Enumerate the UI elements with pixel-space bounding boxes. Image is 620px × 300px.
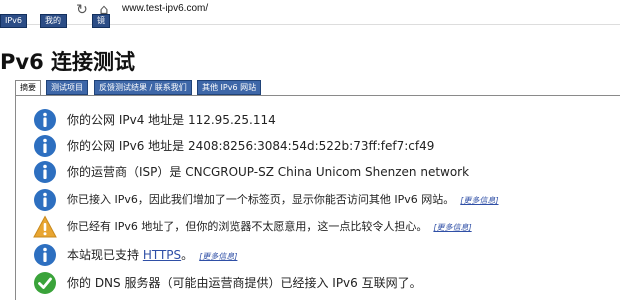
page-title: Pv6 连接测试: [0, 50, 136, 74]
tab-tests[interactable]: 测试项目: [46, 80, 88, 95]
tab-feedback[interactable]: 反馈测试结果 / 联系我们: [94, 80, 192, 95]
result-text: 你已接入 IPv6，因此我们增加了一个标签页，显示你能否访问其他 IPv6 网站…: [67, 193, 499, 206]
result-text: 你已经有 IPv6 地址了，但你的浏览器不太愿意用，这一点比较令人担心。 [更多信…: [67, 220, 472, 233]
info-icon: [34, 135, 56, 157]
warning-icon: [33, 215, 57, 238]
browser-tab-3[interactable]: 镜像: [92, 14, 110, 37]
result-text: 你的公网 IPv6 地址是 2408:8256:3084:54d:522b:73…: [67, 139, 435, 153]
browser-tab-2[interactable]: 我的IPv6: [40, 14, 68, 37]
tab-other-ipv6-sites[interactable]: 其他 IPv6 网站: [197, 80, 262, 95]
refresh-icon[interactable]: ↻: [74, 2, 90, 18]
address-bar[interactable]: www.test-ipv6.com/: [122, 3, 208, 14]
result-text: 你的 DNS 服务器（可能由运营商提供）已经接入 IPv6 互联网了。: [67, 276, 422, 290]
info-icon: [34, 109, 56, 131]
info-icon: [34, 189, 56, 211]
https-link[interactable]: HTTPS: [143, 248, 181, 262]
result-text: 本站现已支持 HTTPS。 [更多信息]: [67, 248, 238, 262]
result-text: 你的运营商（ISP）是 CNCGROUP-SZ China Unicom She…: [67, 165, 470, 179]
result-text: 你的公网 IPv4 地址是 112.95.25.114: [67, 113, 276, 127]
tab-summary[interactable]: 摘要: [15, 80, 41, 95]
browser-tab-1[interactable]: IPv6 连: [0, 14, 28, 37]
info-icon: [34, 244, 56, 266]
more-info-link[interactable]: [更多信息]: [199, 252, 237, 261]
more-info-link[interactable]: [更多信息]: [460, 196, 498, 205]
more-info-link[interactable]: [更多信息]: [433, 223, 471, 232]
check-icon: [34, 272, 56, 294]
info-icon: [34, 161, 56, 183]
